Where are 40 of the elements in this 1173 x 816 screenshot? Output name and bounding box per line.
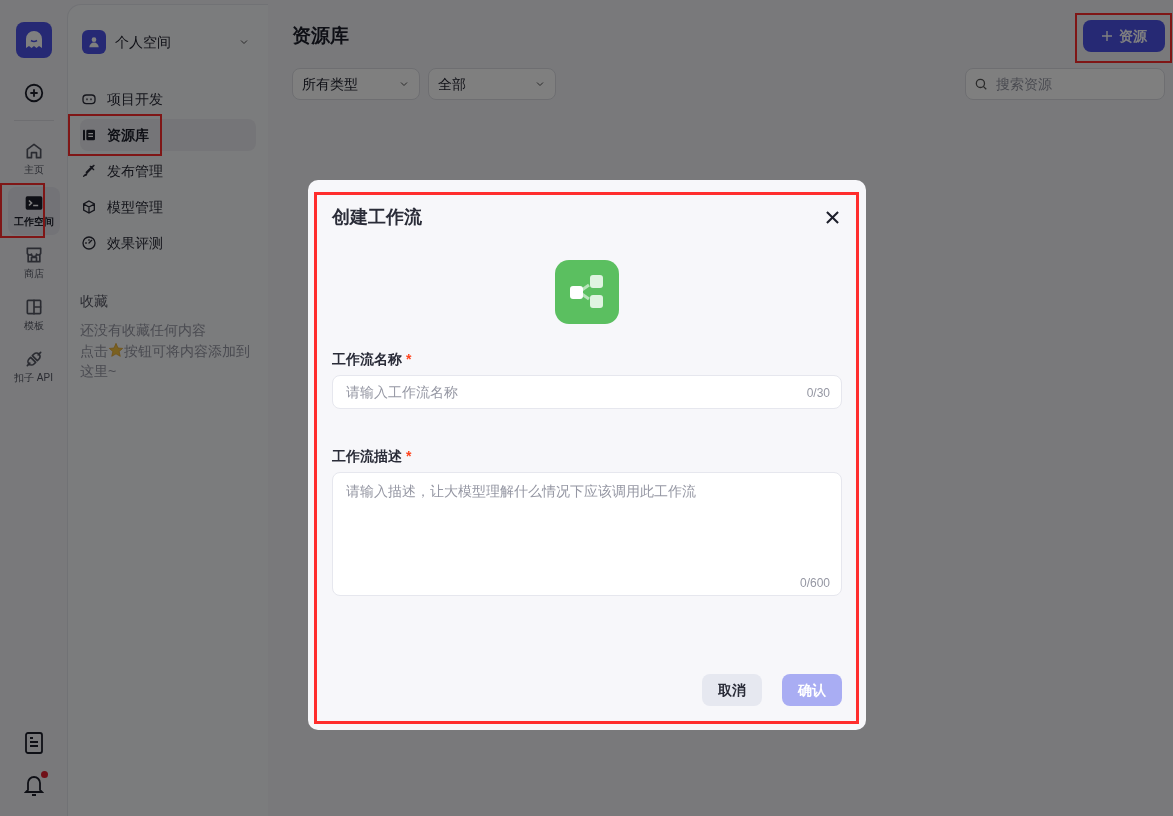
field-label: 工作流名称 (332, 349, 402, 369)
sidebar-item[interactable]: 资源库 (80, 119, 256, 151)
sidebar-item[interactable]: 模型管理 (80, 191, 256, 223)
rail-item[interactable]: 模板 (7, 291, 60, 339)
gauge-icon (81, 235, 97, 251)
rail-item[interactable]: 商店 (7, 239, 60, 287)
sidebar-item[interactable]: 效果评测 (80, 227, 256, 259)
required-mark: * (406, 349, 412, 369)
star-icon (108, 341, 124, 358)
close-icon (825, 210, 839, 224)
search-icon (974, 77, 988, 91)
bell-icon[interactable] (23, 774, 44, 796)
sidebar-item[interactable]: 项目开发 (80, 83, 256, 115)
sidebar-item[interactable]: 发布管理 (80, 155, 256, 187)
filter-dropdown[interactable]: 所有类型 (292, 68, 420, 100)
plus-icon (1101, 30, 1113, 42)
section-title: 收藏 (80, 292, 109, 311)
filter-dropdown[interactable]: 全部 (428, 68, 556, 100)
page-title: 资源库 (292, 23, 349, 48)
dialog-title: 创建工作流 (332, 205, 422, 229)
required-mark: * (406, 446, 412, 466)
plus-circle-icon (22, 82, 45, 104)
robot-icon (81, 91, 97, 107)
app-logo[interactable] (15, 22, 52, 58)
add-resource-button[interactable]: 资源 (1083, 20, 1165, 52)
user-icon (87, 35, 101, 49)
rail-item[interactable]: 工作空间 (7, 187, 60, 235)
field-label: 工作流描述 (332, 446, 402, 466)
workspace-name: 个人空间 (115, 32, 171, 52)
document-icon[interactable] (23, 732, 44, 754)
character-counter: 0/600 (799, 575, 830, 592)
cube-icon (81, 199, 97, 215)
cancel-button[interactable]: 取消 (702, 674, 762, 706)
rail-item[interactable]: 扣子 API (7, 343, 60, 391)
terminal-icon (23, 193, 44, 213)
workspace-selector[interactable]: 个人空间 (80, 27, 256, 57)
workflow-icon (555, 260, 619, 324)
book-icon (81, 127, 97, 143)
character-counter: 0/30 (806, 385, 830, 402)
rail-item[interactable]: 主页 (7, 135, 60, 183)
